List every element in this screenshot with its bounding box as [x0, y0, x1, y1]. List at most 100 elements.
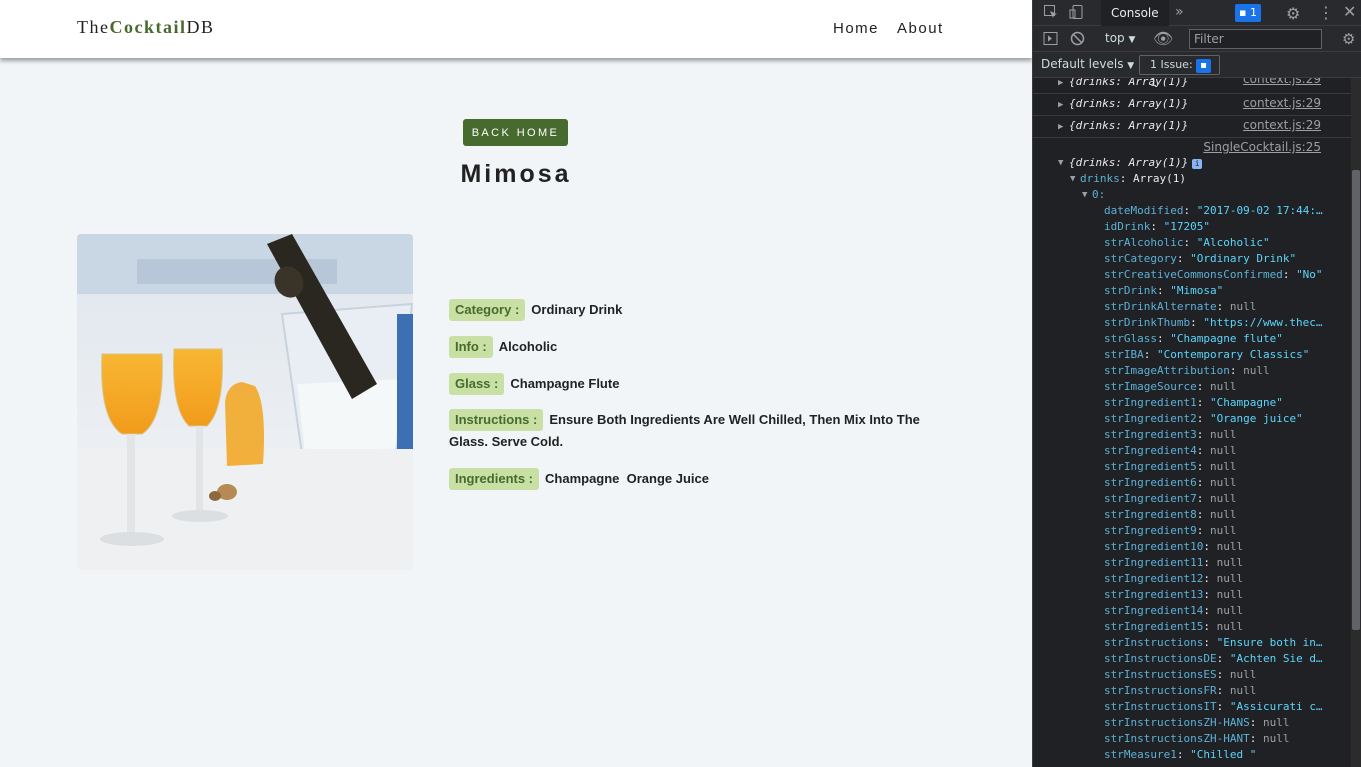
object-property[interactable]: strIBA: "Contemporary Classics": [1104, 348, 1309, 361]
object-property[interactable]: strIngredient12: null: [1104, 572, 1243, 585]
object-property[interactable]: strIngredient7: null: [1104, 492, 1236, 505]
expanded-log-source-link[interactable]: SingleCocktail.js:25: [1203, 140, 1321, 154]
object-property[interactable]: strInstructionsDE: "Achten Sie d…: [1104, 652, 1323, 665]
console-settings-gear-icon[interactable]: ⚙: [1342, 30, 1355, 48]
object-property[interactable]: strIngredient6: null: [1104, 476, 1236, 489]
object-property[interactable]: strIngredient5: null: [1104, 460, 1236, 473]
object-property[interactable]: dateModified: "2017-09-02 17:44:…: [1104, 204, 1323, 217]
colon: :: [1176, 748, 1191, 761]
property-key: strInstructionsDE: [1104, 652, 1217, 665]
object-property[interactable]: strInstructionsZH-HANT: null: [1104, 732, 1289, 745]
nav-link-about[interactable]: About: [897, 20, 944, 37]
navbar: TheCocktailDB Home About: [0, 0, 1032, 58]
clear-console-icon[interactable]: [1070, 31, 1085, 49]
property-key: strIngredient5: [1104, 460, 1197, 473]
index-key: 0:: [1092, 188, 1106, 201]
object-property[interactable]: strInstructions: "Ensure both in…: [1104, 636, 1323, 649]
expand-arrow-icon[interactable]: ▶: [1058, 122, 1063, 132]
object-property[interactable]: strCategory: "Ordinary Drink": [1104, 252, 1296, 265]
site-logo[interactable]: TheCocktailDB: [77, 17, 215, 38]
property-key: strInstructions: [1104, 636, 1204, 649]
more-tabs-icon[interactable]: »: [1175, 4, 1184, 20]
filter-input[interactable]: Filter: [1189, 29, 1322, 49]
property-value: null: [1216, 556, 1244, 569]
object-property[interactable]: strIngredient10: null: [1104, 540, 1243, 553]
object-property[interactable]: strIngredient14: null: [1104, 604, 1243, 617]
collapse-arrow-icon[interactable]: ▼: [1070, 174, 1075, 184]
object-property[interactable]: strDrinkThumb: "https://www.thec…: [1104, 316, 1323, 329]
collapse-arrow-icon[interactable]: ▼: [1082, 190, 1087, 200]
object-property[interactable]: idDrink: "17205": [1104, 220, 1210, 233]
object-property[interactable]: strCreativeCommonsConfirmed: "No": [1104, 268, 1323, 281]
glass-value: Champagne Flute: [510, 376, 620, 391]
context-selector[interactable]: top ▼: [1105, 31, 1135, 45]
settings-gear-icon[interactable]: ⚙: [1286, 4, 1300, 23]
colon: :: [1196, 428, 1210, 441]
messages-badge[interactable]: ▪ 1: [1235, 4, 1261, 22]
logo-suffix: DB: [186, 17, 215, 37]
sidebar-toggle-icon[interactable]: [1043, 31, 1058, 49]
property-key: strDrinkThumb: [1104, 316, 1191, 329]
log-entry[interactable]: ▶ {drinks: Array(1)} context.js:29: [1033, 78, 1351, 94]
scrollbar-thumb[interactable]: [1352, 170, 1360, 630]
object-property[interactable]: strInstructionsZH-HANS: null: [1104, 716, 1289, 729]
device-toolbar-icon[interactable]: [1069, 4, 1085, 24]
object-property[interactable]: strMeasure1: "Chilled ": [1104, 748, 1256, 761]
object-property[interactable]: strImageSource: null: [1104, 380, 1236, 393]
property-value: "Assicurati c…: [1229, 700, 1323, 713]
object-property[interactable]: strIngredient4: null: [1104, 444, 1236, 457]
log-source-link[interactable]: context.js:29: [1243, 96, 1321, 110]
devtools-tabbar: Console » ▪ 1 ⚙ ⋮ ✕: [1033, 0, 1361, 26]
issues-button[interactable]: 1 Issue: ▪ 1: [1139, 55, 1220, 89]
glass-label: Glass :: [449, 373, 505, 395]
nav-link-home[interactable]: Home: [833, 20, 879, 37]
log-source-link[interactable]: context.js:29: [1243, 118, 1321, 132]
object-property[interactable]: strInstructionsES: null: [1104, 668, 1256, 681]
property-value: null: [1209, 428, 1237, 441]
colon: :: [1203, 556, 1217, 569]
colon: :: [1203, 604, 1217, 617]
object-property[interactable]: strInstructionsFR: null: [1104, 684, 1256, 697]
object-property[interactable]: strIngredient1: "Champagne": [1104, 396, 1283, 409]
property-value: "Ordinary Drink": [1190, 252, 1297, 265]
back-home-button[interactable]: BACK HOME: [463, 119, 568, 146]
expand-arrow-icon[interactable]: ▶: [1058, 100, 1063, 110]
object-property[interactable]: strIngredient11: null: [1104, 556, 1243, 569]
colon: :: [1216, 668, 1230, 681]
colon: :: [1196, 524, 1210, 537]
object-property[interactable]: strDrink: "Mimosa": [1104, 284, 1223, 297]
object-property[interactable]: strAlcoholic: "Alcoholic": [1104, 236, 1270, 249]
object-property[interactable]: strIngredient9: null: [1104, 524, 1236, 537]
property-value: null: [1216, 540, 1244, 553]
console-scrollbar[interactable]: [1351, 78, 1361, 767]
info-icon[interactable]: i: [1192, 159, 1203, 169]
property-key: strIngredient6: [1104, 476, 1197, 489]
log-source-link[interactable]: context.js:29: [1243, 78, 1321, 86]
tab-console[interactable]: Console: [1101, 0, 1169, 26]
object-property[interactable]: strIngredient8: null: [1104, 508, 1236, 521]
close-icon[interactable]: ✕: [1343, 2, 1356, 21]
ingredients-label: Ingredients :: [449, 468, 540, 490]
more-options-icon[interactable]: ⋮: [1318, 3, 1334, 22]
property-key: strIngredient12: [1104, 572, 1204, 585]
colon: :: [1216, 652, 1230, 665]
log-levels-dropdown[interactable]: Default levels ▼: [1041, 57, 1134, 71]
object-property[interactable]: strImageAttribution: null: [1104, 364, 1270, 377]
object-property[interactable]: strIngredient13: null: [1104, 588, 1243, 601]
inspect-element-icon[interactable]: [1043, 4, 1059, 24]
object-property[interactable]: strDrinkAlternate: null: [1104, 300, 1256, 313]
expanded-summary-text: {drinks: Array(1)}: [1069, 156, 1189, 169]
live-expression-eye-icon[interactable]: 👁: [1153, 29, 1173, 48]
object-property[interactable]: strGlass: "Champagne flute": [1104, 332, 1283, 345]
logo-brand: Cocktail: [109, 17, 187, 37]
object-property[interactable]: strIngredient15: null: [1104, 620, 1243, 633]
object-property[interactable]: strIngredient2: "Orange juice": [1104, 412, 1303, 425]
collapse-arrow-icon[interactable]: ▼: [1058, 158, 1063, 168]
log-entry[interactable]: ▶ {drinks: Array(1)} context.js:29: [1033, 116, 1351, 138]
object-property[interactable]: strInstructionsIT: "Assicurati c…: [1104, 700, 1323, 713]
log-entry[interactable]: ▶ {drinks: Array(1)} context.js:29: [1033, 94, 1351, 116]
expand-arrow-icon[interactable]: ▶: [1058, 78, 1063, 88]
property-value: "https://www.thec…: [1203, 316, 1323, 329]
object-property[interactable]: strIngredient3: null: [1104, 428, 1236, 441]
property-value: "Achten Sie d…: [1229, 652, 1323, 665]
